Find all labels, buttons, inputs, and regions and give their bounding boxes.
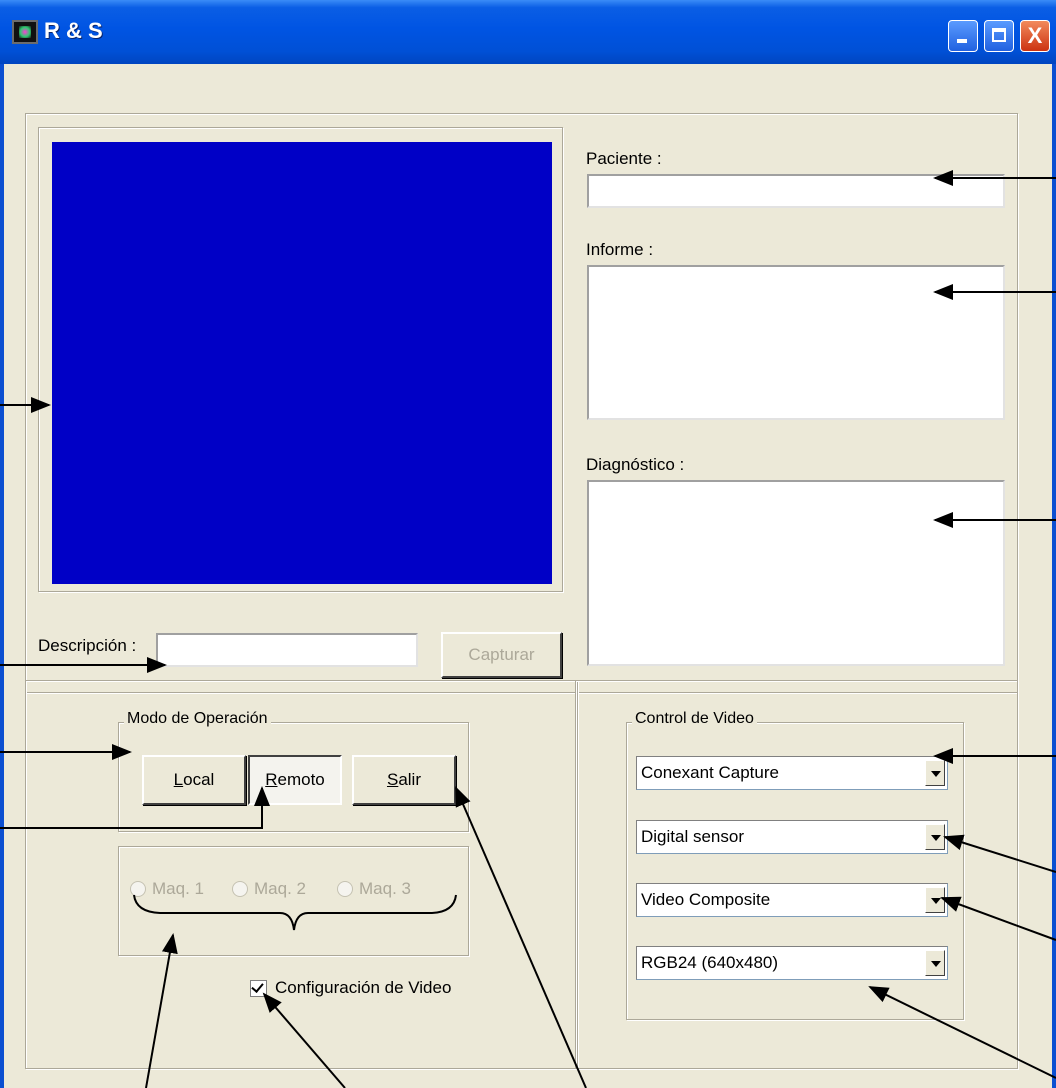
minimize-icon: [957, 39, 967, 43]
app-icon[interactable]: [12, 20, 38, 44]
chevron-down-icon[interactable]: [925, 950, 945, 976]
remoto-accel: R: [265, 770, 278, 789]
chevron-down-icon[interactable]: [925, 824, 945, 850]
close-icon: X: [1027, 23, 1043, 48]
minimize-button[interactable]: [948, 20, 978, 52]
salir-button[interactable]: Salir: [352, 755, 456, 805]
title-bar: [0, 0, 1056, 64]
paciente-label: Paciente :: [586, 149, 662, 168]
informe-textarea[interactable]: [587, 265, 1005, 420]
remoto-rest: emoto: [277, 770, 325, 789]
chevron-down-icon[interactable]: [925, 887, 945, 913]
window-frame-left: [0, 64, 4, 1088]
config-video-label: Configuración de Video: [275, 978, 452, 997]
config-video-check-icon: [250, 979, 267, 997]
maq1-radio[interactable]: Maq. 1: [130, 879, 204, 899]
capture-device-select[interactable]: Conexant Capture: [636, 756, 948, 790]
maq1-radio-circle: [130, 881, 146, 897]
remoto-button[interactable]: Remoto: [248, 755, 342, 805]
maquinas-group: [118, 846, 469, 956]
local-button[interactable]: Local: [142, 755, 246, 805]
close-button[interactable]: X: [1020, 20, 1050, 52]
window-title: R & S: [44, 18, 103, 43]
descripcion-label: Descripción :: [38, 636, 137, 655]
salir-rest: alir: [398, 770, 421, 789]
diagnostico-textarea[interactable]: [587, 480, 1005, 666]
paciente-input[interactable]: [587, 174, 1005, 208]
informe-label: Informe :: [586, 240, 654, 259]
maq2-label: Maq. 2: [254, 879, 306, 898]
maq3-label: Maq. 3: [359, 879, 411, 898]
config-video-checkbox[interactable]: Configuración de Video: [250, 978, 451, 998]
diagnostico-label: Diagnóstico :: [586, 455, 685, 474]
maximize-button[interactable]: [984, 20, 1014, 52]
maximize-icon: [992, 28, 1006, 42]
local-rest: ocal: [183, 770, 215, 789]
window-frame-right: [1052, 64, 1056, 1088]
capture-device-value: Conexant Capture: [641, 763, 779, 782]
descripcion-input[interactable]: [156, 633, 418, 667]
maq3-radio-circle: [337, 881, 353, 897]
maq1-label: Maq. 1: [152, 879, 204, 898]
input-select[interactable]: Video Composite: [636, 883, 948, 917]
control-video-title: Control de Video: [632, 710, 757, 728]
maq2-radio[interactable]: Maq. 2: [232, 879, 306, 899]
sensor-value: Digital sensor: [641, 827, 744, 846]
format-select[interactable]: RGB24 (640x480): [636, 946, 948, 980]
sensor-select[interactable]: Digital sensor: [636, 820, 948, 854]
format-value: RGB24 (640x480): [641, 953, 779, 972]
maq3-radio[interactable]: Maq. 3: [337, 879, 411, 899]
video-preview: [52, 142, 552, 584]
capturar-button[interactable]: Capturar: [441, 632, 562, 678]
chevron-down-icon[interactable]: [925, 760, 945, 786]
local-accel: L: [173, 770, 184, 789]
maq2-radio-circle: [232, 881, 248, 897]
input-value: Video Composite: [641, 890, 771, 909]
salir-accel: S: [386, 770, 399, 789]
modo-operacion-title: Modo de Operación: [124, 710, 271, 728]
